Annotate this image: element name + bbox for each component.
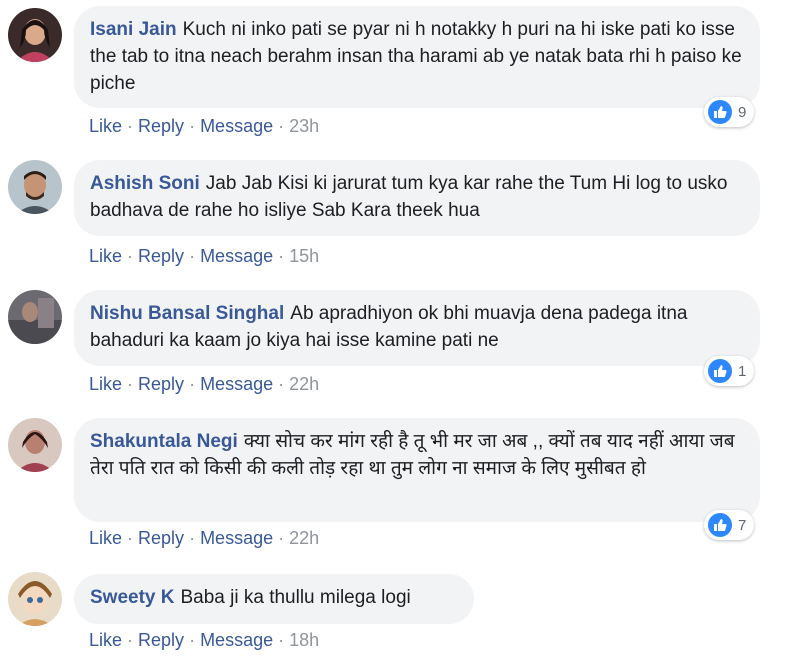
- message-link[interactable]: Message: [200, 528, 273, 548]
- message-link[interactable]: Message: [200, 630, 273, 650]
- separator: ·: [278, 116, 285, 136]
- separator: ·: [127, 246, 134, 266]
- comment-bubble: Shakuntala Negi क्या सोच कर मांग रही है त…: [74, 418, 760, 522]
- reaction-number: 7: [738, 516, 747, 534]
- message-link[interactable]: Message: [200, 246, 273, 266]
- separator: ·: [278, 374, 285, 394]
- avatar-photo-icon: [8, 290, 62, 344]
- like-reaction-icon: [708, 359, 732, 383]
- comment-bubble: Sweety K Baba ji ka thullu milega logi: [74, 574, 474, 624]
- comment-actions: Like · Reply · Message · 18h: [89, 630, 319, 651]
- avatar[interactable]: [8, 8, 62, 62]
- reply-link[interactable]: Reply: [138, 374, 184, 394]
- comment-author[interactable]: Sweety K: [90, 587, 174, 608]
- comment-actions: Like · Reply · Message · 22h: [89, 374, 319, 395]
- like-reaction-icon: [708, 100, 732, 124]
- like-link[interactable]: Like: [89, 528, 122, 548]
- comment-bubble: Ashish Soni Jab Jab Kisi ki jarurat tum k…: [74, 160, 760, 236]
- avatar-woman-icon: [8, 418, 62, 472]
- comment-actions: Like · Reply · Message · 22h: [89, 528, 319, 549]
- comment-bubble: Nishu Bansal Singhal Ab apradhiyon ok bhi…: [74, 290, 760, 366]
- like-link[interactable]: Like: [89, 116, 122, 136]
- separator: ·: [127, 374, 134, 394]
- avatar[interactable]: [8, 160, 62, 214]
- comment-author[interactable]: Isani Jain: [90, 19, 177, 40]
- avatar[interactable]: [8, 290, 62, 344]
- comment-text: Baba ji ka thullu milega logi: [180, 587, 411, 608]
- comment-author[interactable]: Nishu Bansal Singhal: [90, 303, 284, 324]
- message-link[interactable]: Message: [200, 116, 273, 136]
- separator: ·: [189, 374, 196, 394]
- comment-actions: Like · Reply · Message · 15h: [89, 246, 319, 267]
- separator: ·: [189, 246, 196, 266]
- reply-link[interactable]: Reply: [138, 630, 184, 650]
- avatar-doll-icon: [8, 572, 62, 626]
- timestamp[interactable]: 22h: [289, 374, 319, 394]
- comment-author[interactable]: Ashish Soni: [90, 173, 200, 194]
- timestamp[interactable]: 15h: [289, 246, 319, 266]
- like-link[interactable]: Like: [89, 374, 122, 394]
- timestamp[interactable]: 22h: [289, 528, 319, 548]
- separator: ·: [127, 116, 134, 136]
- reaction-count[interactable]: 9: [704, 97, 755, 127]
- reaction-count[interactable]: 1: [704, 356, 755, 386]
- message-link[interactable]: Message: [200, 374, 273, 394]
- separator: ·: [189, 528, 196, 548]
- like-reaction-icon: [708, 513, 732, 537]
- separator: ·: [189, 630, 196, 650]
- avatar[interactable]: [8, 418, 62, 472]
- separator: ·: [278, 528, 285, 548]
- avatar-woman-icon: [8, 8, 62, 62]
- reply-link[interactable]: Reply: [138, 528, 184, 548]
- separator: ·: [127, 630, 134, 650]
- reaction-number: 9: [738, 103, 747, 121]
- avatar-man-icon: [8, 160, 62, 214]
- comment-text: Kuch ni inko pati se pyar ni h notakky h…: [90, 19, 742, 94]
- avatar[interactable]: [8, 572, 62, 626]
- like-link[interactable]: Like: [89, 246, 122, 266]
- reaction-count[interactable]: 7: [704, 510, 755, 540]
- reply-link[interactable]: Reply: [138, 116, 184, 136]
- comment-actions: Like · Reply · Message · 23h: [89, 116, 319, 137]
- separator: ·: [189, 116, 196, 136]
- reply-link[interactable]: Reply: [138, 246, 184, 266]
- timestamp[interactable]: 23h: [289, 116, 319, 136]
- separator: ·: [127, 528, 134, 548]
- timestamp[interactable]: 18h: [289, 630, 319, 650]
- reaction-number: 1: [738, 362, 747, 380]
- like-link[interactable]: Like: [89, 630, 122, 650]
- separator: ·: [278, 630, 285, 650]
- comment-author[interactable]: Shakuntala Negi: [90, 431, 238, 452]
- separator: ·: [278, 246, 285, 266]
- comment-bubble: Isani Jain Kuch ni inko pati se pyar ni h…: [74, 6, 760, 108]
